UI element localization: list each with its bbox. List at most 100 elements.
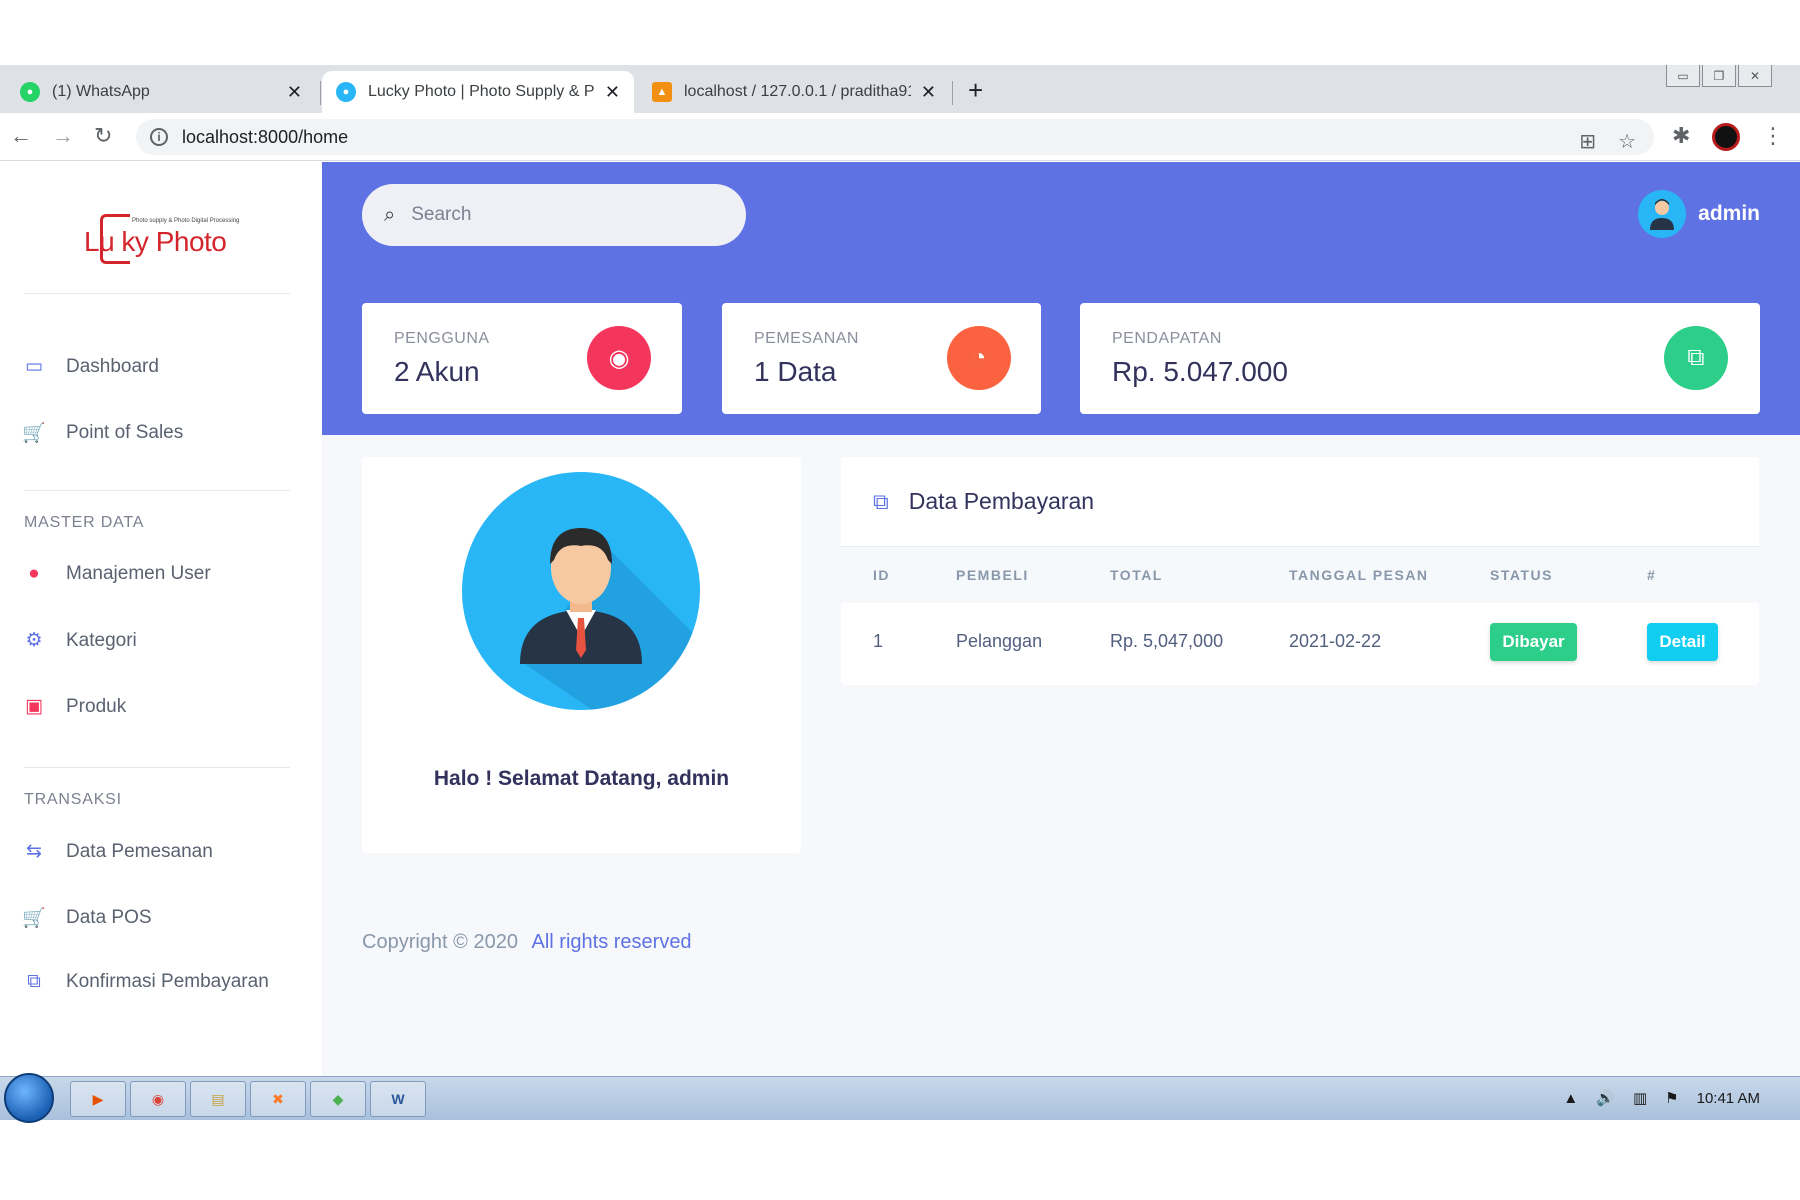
flag-icon[interactable]: ⚑ <box>1665 1089 1678 1107</box>
logo-text: Lu ky Photo <box>84 226 227 257</box>
restore-icon[interactable]: ❐ <box>1702 65 1736 87</box>
sidebar-item-label: Produk <box>66 695 127 717</box>
user-icon: ● <box>28 563 40 584</box>
address-bar[interactable]: i localhost:8000/home ⊞ ☆ <box>136 119 1654 155</box>
divider <box>24 767 290 768</box>
cell-date: 2021-02-22 <box>1289 631 1382 651</box>
sidebar-heading-master: MASTER DATA <box>24 514 145 531</box>
start-button[interactable] <box>4 1073 54 1123</box>
sidebar-item-label: Data POS <box>66 907 152 928</box>
info-icon[interactable]: i <box>150 128 168 146</box>
sidebar-item-label: Manajemen User <box>66 563 211 584</box>
forward-icon[interactable]: → <box>52 123 74 149</box>
search-placeholder: Search <box>411 204 472 225</box>
tab-label: localhost / 127.0.0.1 / praditha91 <box>684 83 911 100</box>
screenshot-frame: ● (1) WhatsApp ✕ ● Lucky Photo | Photo S… <box>0 65 1800 1123</box>
stat-label: PENGGUNA <box>394 330 490 347</box>
footer: Copyright © 2020 All rights reserved <box>362 931 692 954</box>
user-name: admin <box>1698 202 1760 225</box>
sidebar-item-konfirmasi-pembayaran[interactable]: ⧉ Konfirmasi Pembayaran <box>22 971 269 993</box>
tab-label: (1) WhatsApp <box>52 83 150 100</box>
sidebar-item-label: Konfirmasi Pembayaran <box>66 971 269 992</box>
tab-label: Lucky Photo | Photo Supply & Ph <box>368 83 595 100</box>
stat-card-pengguna: PENGGUNA 2 Akun ◉ <box>362 303 682 414</box>
welcome-card: Halo ! Selamat Datang, admin <box>362 457 801 853</box>
payment-icon: ⧉ <box>873 488 889 514</box>
sidebar-item-data-pos[interactable]: 🛒 Data POS <box>22 906 152 930</box>
whatsapp-icon: ● <box>20 82 40 102</box>
sidebar-item-dashboard[interactable]: ▭ Dashboard <box>22 355 159 378</box>
footer-link[interactable]: All rights reserved <box>532 931 692 953</box>
user-circle-icon: ◉ <box>587 326 651 390</box>
divider <box>24 293 290 294</box>
word-icon[interactable]: W <box>370 1081 426 1117</box>
new-tab-icon[interactable]: + <box>968 75 983 106</box>
app-area: Lu ky Photo Photo supply & Photo Digital… <box>0 162 1800 1076</box>
avatar-icon: ● <box>336 82 356 102</box>
table-header: ID PEMBELI TOTAL TANGGAL PESAN STATUS # <box>841 547 1759 603</box>
close-window-icon[interactable]: ✕ <box>1738 65 1772 87</box>
reload-icon[interactable]: ↻ <box>94 123 112 149</box>
extensions-icon[interactable]: ✱ <box>1672 123 1690 149</box>
gear-icon: ⚙ <box>25 630 43 651</box>
status-badge: Dibayar <box>1490 623 1577 661</box>
cell-total: Rp. 5,047,000 <box>1110 631 1224 651</box>
tab-whatsapp[interactable]: ● (1) WhatsApp ✕ <box>6 71 316 113</box>
sidebar-item-data-pemesanan[interactable]: ⇆ Data Pemesanan <box>22 840 213 863</box>
translate-icon[interactable]: ⊞ <box>1579 129 1596 154</box>
box-icon: ▣ <box>25 696 43 717</box>
stat-value: Rp. 5.047.000 <box>1112 356 1288 387</box>
sidebar-item-label: Kategori <box>66 629 137 651</box>
network-icon[interactable]: ▥ <box>1633 1089 1647 1107</box>
sidebar-item-point-of-sales[interactable]: 🛒 Point of Sales <box>22 421 183 445</box>
explorer-icon[interactable]: ▤ <box>190 1081 246 1117</box>
monitor-icon: ▭ <box>25 356 43 377</box>
url-text: localhost:8000/home <box>182 126 349 147</box>
stat-card-pemesanan: PEMESANAN 1 Data ◔ <box>722 303 1041 414</box>
close-icon[interactable]: ✕ <box>287 82 302 103</box>
app-icon[interactable]: ◆ <box>310 1081 366 1117</box>
back-icon[interactable]: ← <box>10 123 32 149</box>
xampp-icon[interactable]: ✖ <box>250 1081 306 1117</box>
col-action: # <box>1647 567 1657 583</box>
sidebar-item-label: Data Pemesanan <box>66 840 213 862</box>
sidebar-item-produk[interactable]: ▣ Produk <box>22 695 126 718</box>
tray-arrow-icon[interactable]: ▲ <box>1563 1090 1578 1107</box>
col-total: TOTAL <box>1110 567 1163 583</box>
menu-icon[interactable]: ⋮ <box>1762 123 1784 149</box>
close-icon[interactable]: ✕ <box>605 82 620 103</box>
pie-chart-icon: ◔ <box>947 326 1011 390</box>
close-icon[interactable]: ✕ <box>921 82 936 103</box>
user-menu[interactable]: admin <box>1638 190 1760 238</box>
payments-title: Data Pembayaran <box>908 488 1095 514</box>
volume-icon[interactable]: 🔊 <box>1596 1089 1615 1107</box>
stat-card-pendapatan: PENDAPATAN Rp. 5.047.000 ⧉ <box>1080 303 1760 414</box>
logo[interactable]: Lu ky Photo Photo supply & Photo Digital… <box>84 206 239 266</box>
divider <box>24 490 290 491</box>
clock[interactable]: 10:41 AM <box>1697 1090 1760 1107</box>
sidebar-item-manajemen-user[interactable]: ● Manajemen User <box>22 563 211 585</box>
chrome-icon[interactable]: ◉ <box>130 1081 186 1117</box>
copyright-text: Copyright © 2020 <box>362 931 518 953</box>
col-tanggal: TANGGAL PESAN <box>1289 567 1429 583</box>
browser-tab-strip: ● (1) WhatsApp ✕ ● Lucky Photo | Photo S… <box>0 65 1800 113</box>
tab-phpmyadmin[interactable]: ▲ localhost / 127.0.0.1 / praditha91 ✕ <box>638 71 950 113</box>
search-input[interactable]: ⌕ Search <box>362 184 746 246</box>
admin-avatar-illustration <box>462 472 700 710</box>
payment-icon: ⧉ <box>27 971 41 992</box>
star-icon[interactable]: ☆ <box>1618 129 1636 154</box>
stat-label: PEMESANAN <box>754 330 859 347</box>
col-id: ID <box>873 567 890 583</box>
profile-avatar[interactable] <box>1712 123 1740 151</box>
detail-button[interactable]: Detail <box>1647 623 1718 661</box>
window-controls: ▭ ❐ ✕ <box>1664 65 1772 87</box>
system-tray: ▲ 🔊 ▥ ⚑ 10:41 AM <box>1563 1089 1760 1108</box>
money-icon: ⧉ <box>1664 326 1728 390</box>
avatar <box>1638 190 1687 238</box>
tab-lucky-photo[interactable]: ● Lucky Photo | Photo Supply & Ph ✕ <box>322 71 634 113</box>
minimize-icon[interactable]: ▭ <box>1666 65 1700 87</box>
stat-value: 2 Akun <box>394 356 480 387</box>
media-player-icon[interactable]: ▶ <box>70 1081 126 1117</box>
sidebar-item-kategori[interactable]: ⚙ Kategori <box>22 629 137 652</box>
taskbar: ▶ ◉ ▤ ✖ ◆ W ▲ 🔊 ▥ ⚑ 10:41 AM <box>0 1073 1800 1123</box>
